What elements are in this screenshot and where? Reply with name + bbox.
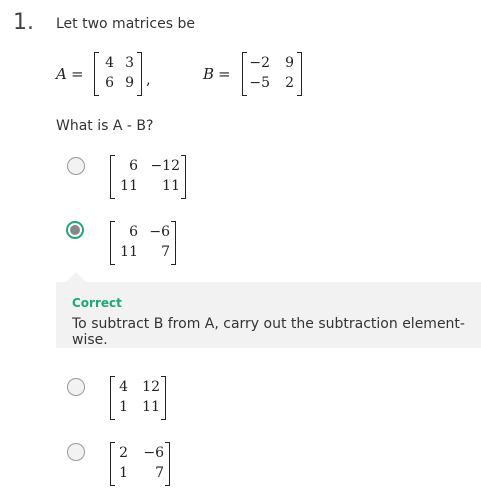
option-matrix-cell: 6 [129, 158, 138, 174]
radio-button-option-1[interactable] [67, 157, 85, 175]
option-matrix-cell: 1 [119, 465, 128, 481]
matrix-a-cell: 4 [105, 55, 114, 71]
matrix-a-cell: 6 [105, 75, 114, 91]
option-3-matrix: 4 12 1 11 [110, 376, 166, 420]
question-number: 1. [13, 10, 34, 35]
matrix-b-cell: 9 [285, 55, 294, 71]
option-2-matrix: 6 −6 11 7 [110, 221, 176, 265]
option-1-matrix: 6 −12 11 11 [110, 155, 186, 199]
option-matrix-cell: 2 [119, 445, 128, 461]
equals-sign-a: = [71, 65, 84, 83]
matrix-a-label: A [56, 65, 67, 83]
comma: , [146, 70, 151, 88]
option-matrix-cell: 11 [162, 178, 180, 194]
matrix-a-cell: 9 [125, 75, 134, 91]
matrix-b: −2 9 −5 2 [242, 52, 302, 96]
option-matrix-cell: 11 [120, 244, 138, 260]
selected-dot-icon [70, 225, 80, 235]
option-4-matrix: 2 −6 1 7 [110, 442, 170, 486]
option-matrix-cell: 4 [119, 379, 128, 395]
feedback-status: Correct [72, 296, 122, 310]
radio-button-option-2-selected[interactable] [66, 221, 84, 239]
matrix-b-label: B [203, 65, 215, 83]
matrix-b-cell: −2 [249, 55, 270, 71]
question-prompt: Let two matrices be [56, 16, 195, 32]
matrix-a-cell: 3 [125, 55, 134, 71]
matrix-definitions: A = 4 3 6 9 , B = −2 9 −5 2 [56, 52, 316, 98]
question-ask: What is A - B? [56, 118, 154, 134]
option-matrix-cell: 11 [120, 178, 138, 194]
feedback-message: To subtract B from A, carry out the subt… [72, 316, 465, 348]
option-matrix-cell: 6 [129, 224, 138, 240]
option-matrix-cell: 7 [161, 244, 170, 260]
feedback-pointer [66, 272, 86, 282]
radio-button-option-4[interactable] [67, 443, 85, 461]
option-matrix-cell: 7 [155, 465, 164, 481]
option-matrix-cell: 12 [142, 379, 160, 395]
matrix-b-cell: −5 [249, 75, 270, 91]
feedback-panel: Correct To subtract B from A, carry out … [56, 272, 481, 348]
option-matrix-cell: 1 [119, 399, 128, 415]
option-matrix-cell: −6 [149, 224, 170, 240]
matrix-a: 4 3 6 9 [94, 52, 142, 96]
equals-sign-b: = [218, 65, 231, 83]
option-matrix-cell: 11 [142, 399, 160, 415]
option-matrix-cell: −6 [143, 445, 164, 461]
option-matrix-cell: −12 [150, 158, 180, 174]
matrix-b-cell: 2 [285, 75, 294, 91]
radio-button-option-3[interactable] [67, 378, 85, 396]
